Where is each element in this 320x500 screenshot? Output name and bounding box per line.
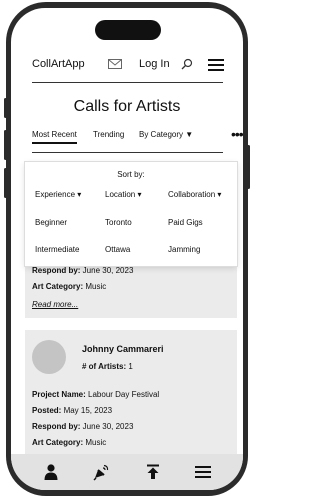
user-icon[interactable]: [42, 463, 60, 481]
respond-by: Respond by: June 30, 2023: [32, 266, 134, 275]
artist-name: Johnny Cammareri: [82, 344, 164, 354]
header-divider: [32, 82, 223, 83]
tab-most-recent[interactable]: Most Recent: [32, 130, 77, 144]
read-more-link[interactable]: Read more...: [32, 300, 78, 309]
option-toronto[interactable]: Toronto: [105, 218, 132, 227]
search-icon[interactable]: [181, 58, 193, 70]
phone-volume-down: [4, 168, 7, 198]
avatar: [32, 340, 66, 374]
option-paid-gigs[interactable]: Paid Gigs: [168, 218, 203, 227]
login-link[interactable]: Log In: [139, 58, 170, 70]
posted-date: Posted: May 15, 2023: [32, 406, 113, 415]
phone-power-button: [247, 145, 250, 189]
announcement-icon[interactable]: [92, 463, 110, 481]
tab-by-category[interactable]: By Category ▼: [139, 130, 193, 139]
phone-volume-up: [4, 130, 7, 160]
sort-location-dropdown[interactable]: Location ▾: [105, 190, 141, 199]
upload-icon[interactable]: [144, 463, 162, 481]
app-logo[interactable]: CollArtApp: [32, 58, 85, 70]
tab-bar: Most Recent Trending By Category ▼ •••: [32, 126, 243, 146]
art-category: Art Category: Music: [32, 282, 107, 291]
option-jamming[interactable]: Jamming: [168, 245, 200, 254]
bottom-nav: [11, 454, 243, 490]
project-name: Project Name: Labour Day Festival: [32, 390, 160, 399]
option-beginner[interactable]: Beginner: [35, 218, 67, 227]
respond-by: Respond by: June 30, 2023: [32, 422, 134, 431]
artist-count: # of Artists: 1: [82, 362, 133, 371]
top-bar: CollArtApp Log In: [11, 48, 243, 82]
mail-icon[interactable]: [108, 59, 122, 69]
hamburger-menu-icon[interactable]: [195, 463, 211, 481]
sort-panel: Sort by: Experience ▾ Location ▾ Collabo…: [25, 162, 237, 266]
dynamic-island: [95, 20, 161, 40]
tab-trending[interactable]: Trending: [93, 130, 124, 139]
app-screen: CollArtApp Log In Calls for Artists Most…: [11, 8, 243, 490]
tabs-divider: [32, 152, 223, 153]
art-category: Art Category: Music: [32, 438, 107, 447]
sort-collaboration-dropdown[interactable]: Collaboration ▾: [168, 190, 221, 199]
option-ottawa[interactable]: Ottawa: [105, 245, 130, 254]
more-options-icon[interactable]: •••: [231, 126, 243, 142]
option-intermediate[interactable]: Intermediate: [35, 245, 79, 254]
call-card[interactable]: Johnny Cammareri # of Artists: 1 Project…: [25, 330, 237, 454]
phone-side-button: [4, 98, 7, 118]
page-title: Calls for Artists: [73, 98, 181, 115]
sort-by-label: Sort by:: [117, 170, 145, 179]
hamburger-menu-icon[interactable]: [208, 59, 224, 71]
sort-experience-dropdown[interactable]: Experience ▾: [35, 190, 81, 199]
